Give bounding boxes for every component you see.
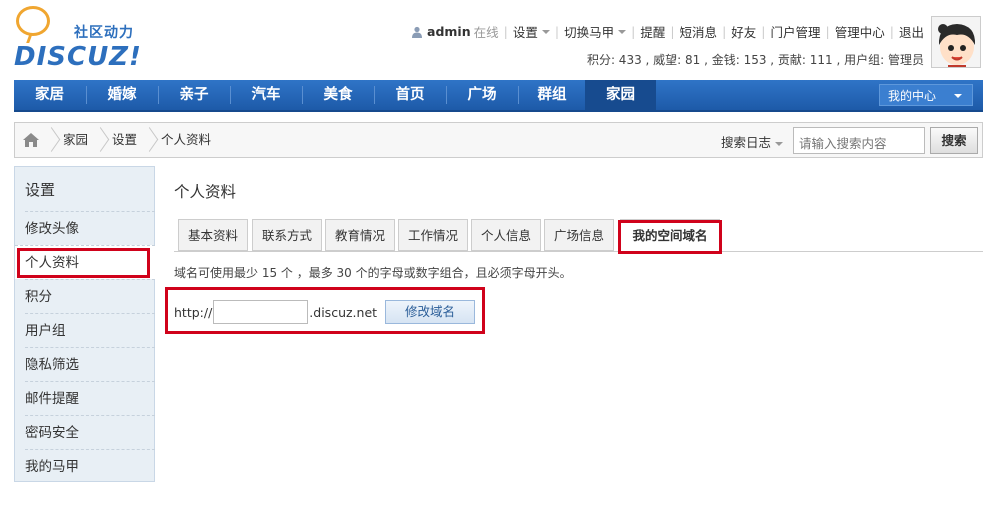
tab-work[interactable]: 工作情况 bbox=[398, 219, 468, 251]
main-nav: 家居 婚嫁 亲子 汽车 美食 首页 广场 群组 家园 我的中心 bbox=[14, 80, 983, 112]
reminders-link[interactable]: 提醒 bbox=[640, 22, 665, 41]
avatar[interactable] bbox=[931, 16, 981, 68]
chevron-down-icon[interactable] bbox=[618, 29, 627, 34]
breadcrumb-settings[interactable]: 设置 bbox=[106, 123, 145, 157]
chevron-down-icon bbox=[954, 94, 962, 98]
tab-basic-info[interactable]: 基本资料 bbox=[178, 219, 248, 251]
portal-admin-link[interactable]: 门户管理 bbox=[771, 22, 821, 41]
highlight-box bbox=[165, 287, 485, 334]
chevron-down-icon[interactable] bbox=[541, 29, 550, 34]
my-center-label: 我的中心 bbox=[888, 89, 937, 103]
breadcrumb-profile: 个人资料 bbox=[161, 132, 212, 147]
user-stats: 积分: 433 , 威望: 81 , 金钱: 153 , 贡献: 111 , 用… bbox=[586, 53, 924, 67]
breadcrumb-bar: 家园 设置 个人资料 搜索日志 搜索 bbox=[14, 122, 983, 158]
friends-link[interactable]: 好友 bbox=[731, 22, 756, 41]
domain-hint: 域名可使用最少 15 个 ，最多 30 个的字母或数字组合，且必须字母开头。 bbox=[174, 266, 572, 280]
sidebar-item-vest[interactable]: 我的马甲 bbox=[25, 449, 155, 483]
sidebar-item-avatar[interactable]: 修改头像 bbox=[25, 211, 155, 245]
nav-item-cars[interactable]: 汽车 bbox=[231, 80, 301, 110]
my-center-dropdown[interactable]: 我的中心 bbox=[879, 84, 973, 106]
sidebar-item-privacy[interactable]: 隐私筛选 bbox=[25, 347, 155, 381]
nav-item-food[interactable]: 美食 bbox=[303, 80, 373, 110]
tab-contact[interactable]: 联系方式 bbox=[252, 219, 322, 251]
sidebar-item-credits[interactable]: 积分 bbox=[25, 279, 155, 313]
nav-item-parenting[interactable]: 亲子 bbox=[159, 80, 229, 110]
switch-vest-link[interactable]: 切换马甲 bbox=[564, 22, 614, 41]
sidebar-item-password[interactable]: 密码安全 bbox=[25, 415, 155, 449]
nav-item-wedding[interactable]: 婚嫁 bbox=[87, 80, 157, 110]
nav-item-groups[interactable]: 群组 bbox=[519, 80, 585, 110]
user-toolbar: admin 在线 | 设置 | 切换马甲 | 提醒 | 短消息 | 好友 | 门… bbox=[411, 22, 924, 41]
settings-link[interactable]: 设置 bbox=[513, 22, 538, 41]
username-link[interactable]: admin bbox=[427, 24, 471, 39]
sidebar-title: 设置 bbox=[25, 181, 56, 199]
logo-slogan: 社区动力 bbox=[74, 25, 134, 41]
breadcrumb-space[interactable]: 家园 bbox=[57, 123, 96, 157]
search-log-dropdown[interactable]: 搜索日志 bbox=[721, 132, 784, 151]
nav-item-square[interactable]: 广场 bbox=[447, 80, 517, 110]
chevron-down-icon bbox=[775, 141, 784, 146]
sidebar-item-email-reminder[interactable]: 邮件提醒 bbox=[25, 381, 155, 415]
nav-item-homepage[interactable]: 首页 bbox=[375, 80, 445, 110]
breadcrumb: 家园 设置 个人资料 bbox=[15, 123, 219, 157]
avatar-icon bbox=[932, 17, 980, 67]
page-title: 个人资料 bbox=[174, 183, 237, 201]
sidebar-item-usergroup[interactable]: 用户组 bbox=[25, 313, 155, 347]
messages-link[interactable]: 短消息 bbox=[680, 22, 718, 41]
logout-link[interactable]: 退出 bbox=[899, 22, 924, 41]
search-input[interactable] bbox=[793, 127, 925, 154]
discuz-logo[interactable]: 社区动力 DISCUZ! bbox=[14, 6, 154, 74]
settings-sidebar: 设置 修改头像 个人资料 积分 用户组 隐私筛选 邮件提醒 密码安全 我的马甲 bbox=[14, 166, 155, 482]
search-log-label: 搜索日志 bbox=[721, 135, 772, 150]
highlight-box bbox=[17, 248, 150, 278]
logo-text: DISCUZ! bbox=[14, 42, 142, 72]
highlight-box bbox=[618, 220, 722, 254]
user-icon bbox=[412, 26, 423, 38]
online-status: 在线 bbox=[473, 25, 499, 40]
tab-personal[interactable]: 个人信息 bbox=[471, 219, 541, 251]
tab-education[interactable]: 教育情况 bbox=[325, 219, 395, 251]
nav-item-space[interactable]: 家园 bbox=[585, 80, 656, 110]
search-button[interactable]: 搜索 bbox=[930, 127, 978, 154]
speech-bubble-icon bbox=[16, 6, 50, 36]
admin-center-link[interactable]: 管理中心 bbox=[835, 22, 885, 41]
nav-item-home-living[interactable]: 家居 bbox=[14, 80, 85, 110]
tab-square-info[interactable]: 广场信息 bbox=[544, 219, 614, 251]
